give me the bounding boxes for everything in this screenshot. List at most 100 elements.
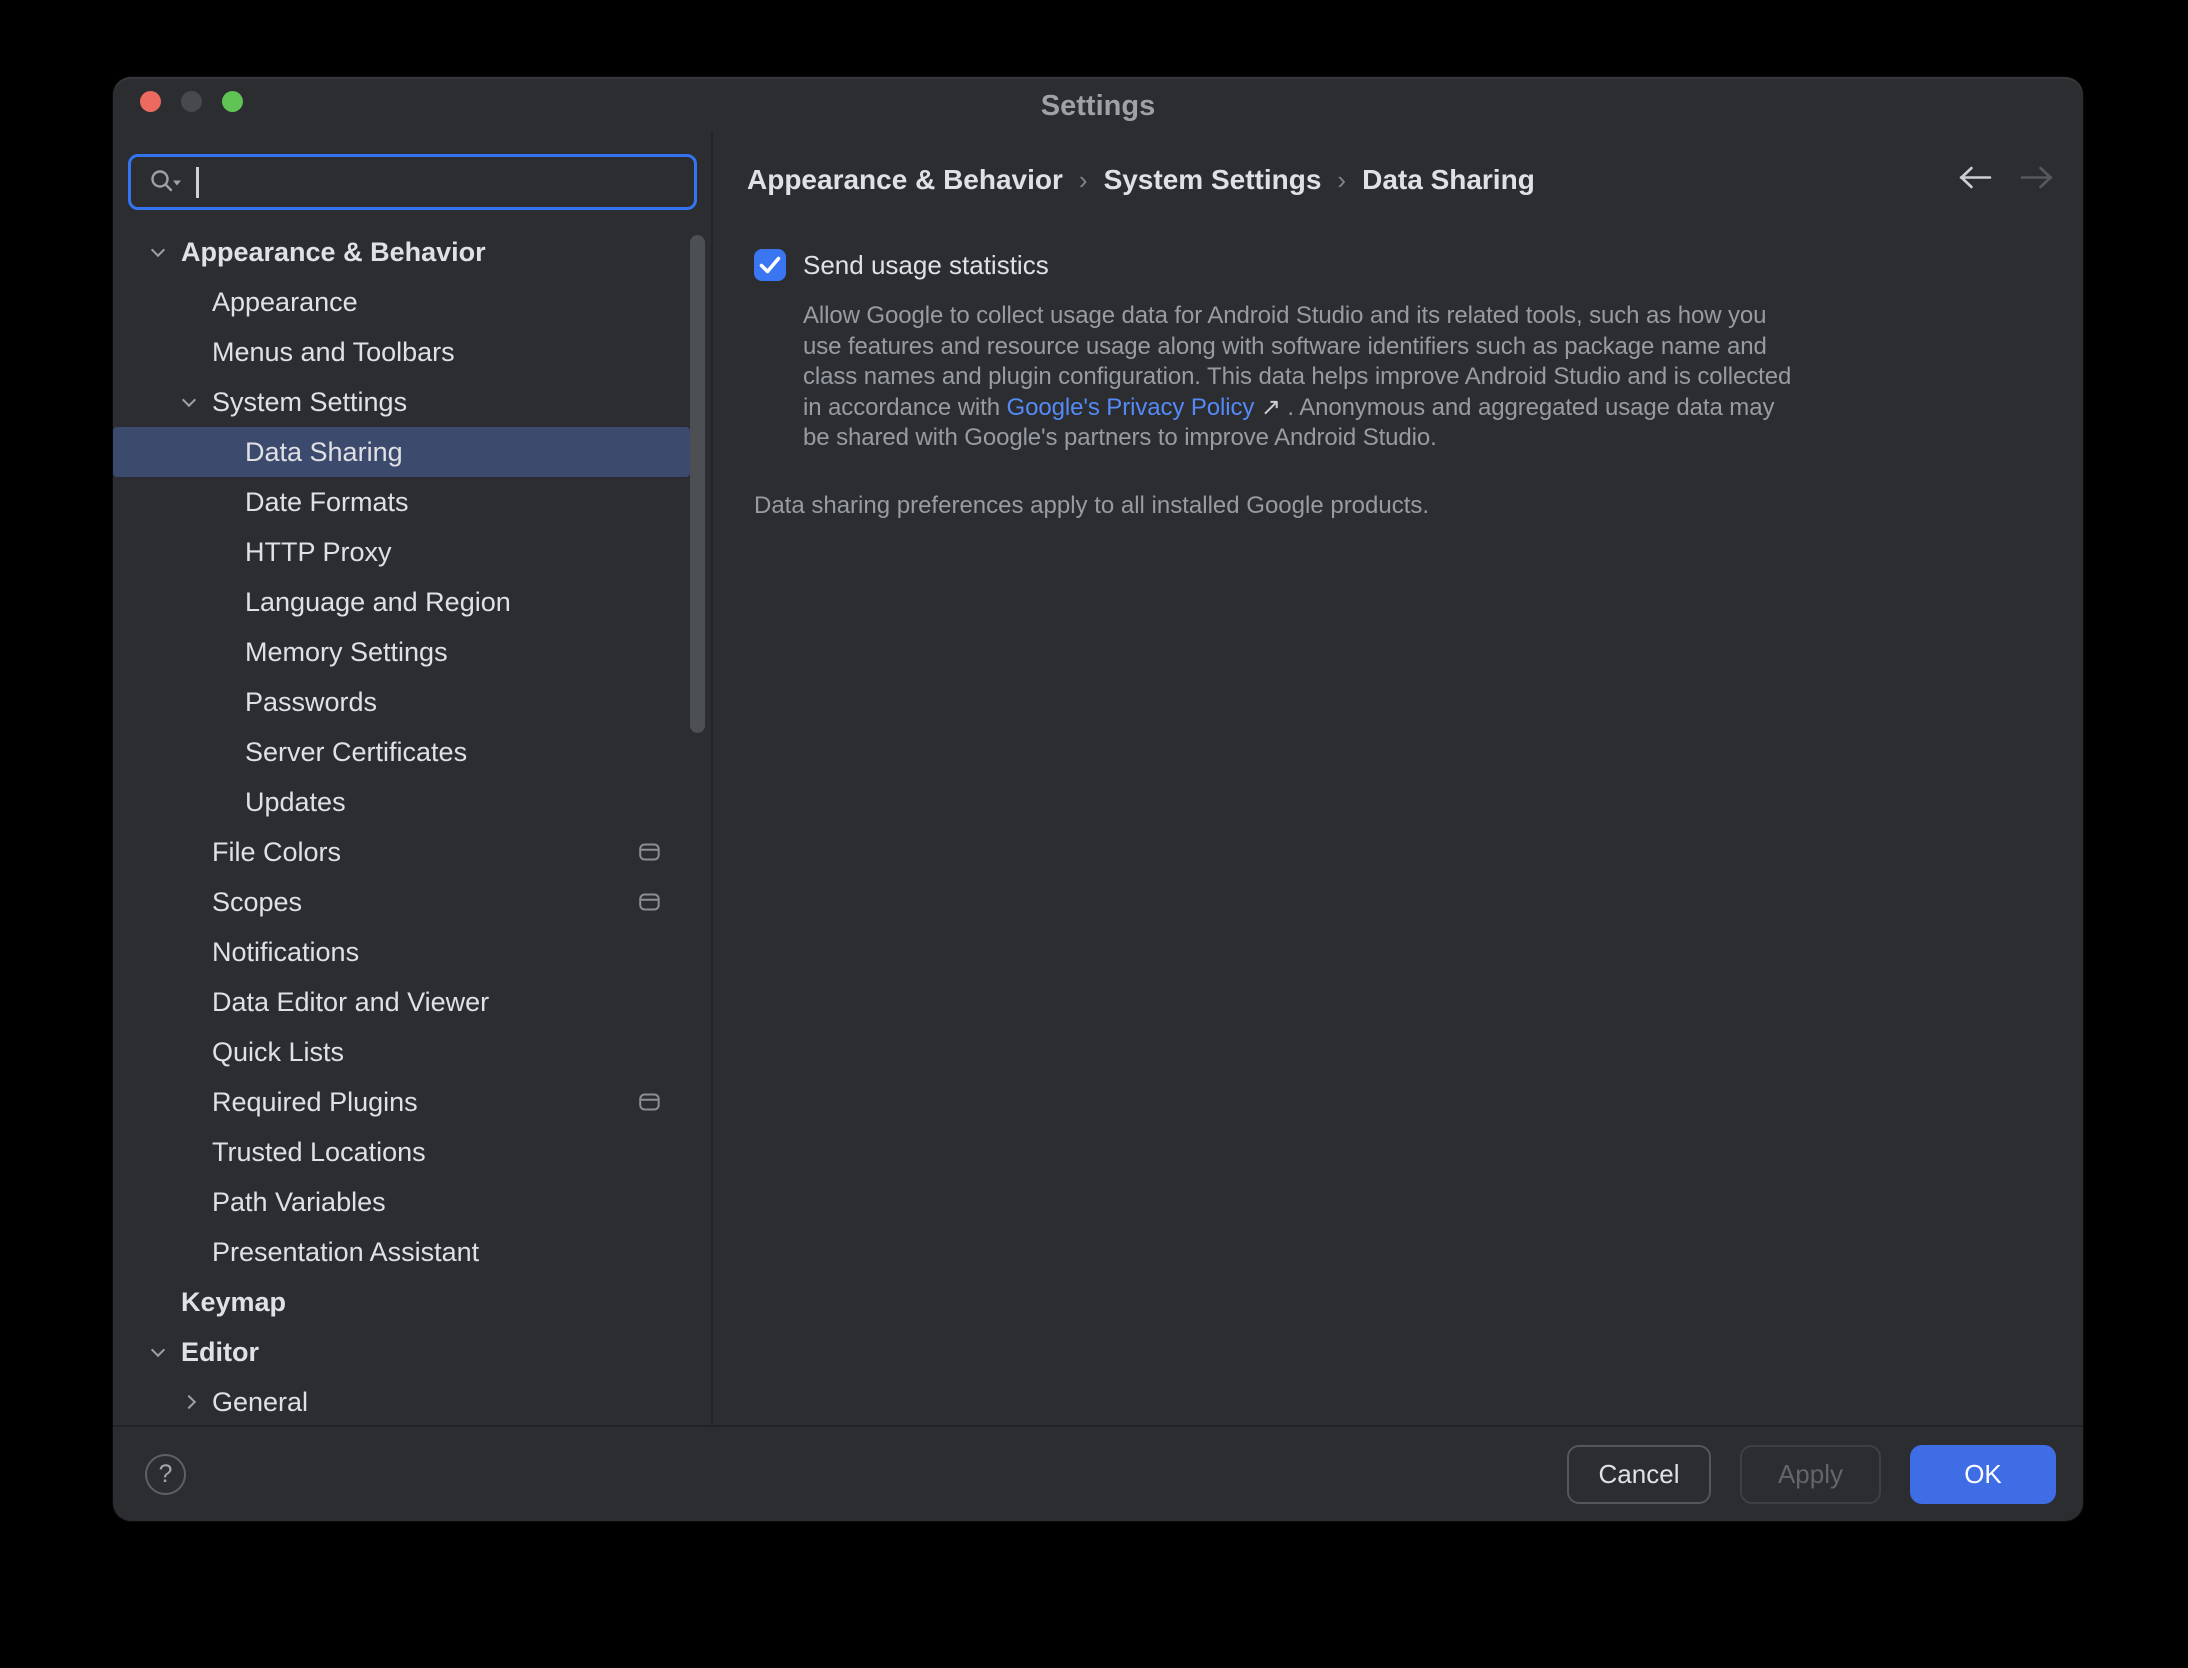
tree-row[interactable]: Editor (113, 1327, 690, 1377)
tree-row-label: Appearance (212, 287, 358, 318)
breadcrumb-item[interactable]: System Settings (1104, 164, 1322, 196)
window-badge-icon (639, 843, 660, 861)
tree-row-label: Data Sharing (245, 437, 403, 468)
privacy-policy-link[interactable]: Google's Privacy Policy (1007, 394, 1255, 421)
search-icon (149, 168, 183, 196)
cancel-button[interactable]: Cancel (1567, 1445, 1711, 1504)
chevron-icon (181, 339, 212, 366)
sidebar-scrollbar[interactable] (690, 235, 705, 733)
text-caret (196, 167, 199, 198)
tree-row[interactable]: Appearance (113, 277, 690, 327)
tree-row[interactable]: Memory Settings (113, 627, 690, 677)
tree-row-label: Trusted Locations (212, 1137, 426, 1168)
search-input[interactable] (128, 154, 697, 210)
tree-row[interactable]: Updates (113, 777, 690, 827)
breadcrumb: Appearance & Behavior › System Settings … (747, 164, 2083, 196)
tree-row-label: File Colors (212, 837, 341, 868)
tree-row-label: HTTP Proxy (245, 537, 392, 568)
window-badge-icon (639, 1093, 660, 1111)
tree-row-label: Memory Settings (245, 637, 448, 668)
chevron-icon[interactable] (181, 1389, 212, 1416)
tree-row[interactable]: Passwords (113, 677, 690, 727)
breadcrumb-item: Data Sharing (1362, 164, 1535, 196)
chevron-icon (214, 539, 245, 566)
tree-row[interactable]: Language and Region (113, 577, 690, 627)
tree-row-label: Data Editor and Viewer (212, 987, 489, 1018)
tree-row[interactable]: Date Formats (113, 477, 690, 527)
chevron-icon (181, 939, 212, 966)
history-navigation (1957, 164, 2055, 191)
tree-row-label: Appearance & Behavior (181, 237, 486, 268)
close-window-button[interactable] (140, 91, 161, 112)
breadcrumb-item[interactable]: Appearance & Behavior (747, 164, 1063, 196)
tree-row[interactable]: Notifications (113, 927, 690, 977)
tree-row[interactable]: Server Certificates (113, 727, 690, 777)
tree-row-label: Server Certificates (245, 737, 467, 768)
window-title: Settings (113, 77, 2083, 135)
chevron-icon[interactable] (150, 239, 181, 266)
zoom-window-button[interactable] (222, 91, 243, 112)
tree-row-label: Date Formats (245, 487, 409, 518)
chevron-icon (181, 1189, 212, 1216)
titlebar: Settings (113, 77, 2083, 132)
tree-row-label: Quick Lists (212, 1037, 344, 1068)
tree-row-label: Updates (245, 787, 346, 818)
tree-row[interactable]: Appearance & Behavior (113, 227, 690, 277)
tree-row[interactable]: Menus and Toolbars (113, 327, 690, 377)
tree-row[interactable]: General (113, 1377, 690, 1425)
tree-row[interactable]: Path Variables (113, 1177, 690, 1227)
tree-row[interactable]: System Settings (113, 377, 690, 427)
main-panel: Appearance & Behavior › System Settings … (713, 132, 2083, 1425)
help-button[interactable]: ? (145, 1454, 186, 1495)
tree-row-label: Presentation Assistant (212, 1237, 479, 1268)
ok-button[interactable]: OK (1910, 1445, 2056, 1504)
chevron-icon (214, 739, 245, 766)
dialog-footer: ? Cancel Apply OK (113, 1425, 2083, 1521)
apply-button: Apply (1740, 1445, 1881, 1504)
tree-row[interactable]: Required Plugins (113, 1077, 690, 1127)
back-arrow-icon[interactable] (1957, 164, 1994, 191)
breadcrumb-separator-icon: › (1337, 165, 1346, 196)
tree-row-label: Keymap (181, 1287, 286, 1318)
tree-row-label: Scopes (212, 887, 302, 918)
chevron-icon (181, 839, 212, 866)
tree-row[interactable]: Trusted Locations (113, 1127, 690, 1177)
tree-row[interactable]: HTTP Proxy (113, 527, 690, 577)
external-link-icon: ↗ (1261, 394, 1281, 421)
chevron-icon (181, 989, 212, 1016)
tree-row[interactable]: Data Sharing (113, 427, 690, 477)
chevron-icon (214, 589, 245, 616)
tree-row-label: Notifications (212, 937, 359, 968)
settings-sidebar: Appearance & Behavior Appearance Menus a… (113, 132, 713, 1425)
chevron-icon (181, 889, 212, 916)
minimize-window-button (181, 91, 202, 112)
chevron-icon (181, 1139, 212, 1166)
tree-row-label: Language and Region (245, 587, 511, 618)
tree-row[interactable]: Data Editor and Viewer (113, 977, 690, 1027)
tree-row-label: Menus and Toolbars (212, 337, 455, 368)
usage-statistics-description: Allow Google to collect usage data for A… (803, 301, 1803, 454)
chevron-icon (181, 289, 212, 316)
chevron-icon (214, 439, 245, 466)
send-usage-statistics-checkbox[interactable] (754, 249, 786, 281)
chevron-icon (181, 1039, 212, 1066)
settings-window: Settings Appearance & Behavior App (113, 77, 2083, 1521)
tree-row-label: Required Plugins (212, 1087, 418, 1118)
send-usage-statistics-row: Send usage statistics (754, 249, 2083, 281)
tree-row[interactable]: File Colors (113, 827, 690, 877)
tree-row[interactable]: Keymap (113, 1277, 690, 1327)
tree-row[interactable]: Presentation Assistant (113, 1227, 690, 1277)
tree-row-label: General (212, 1387, 308, 1418)
data-sharing-footnote: Data sharing preferences apply to all in… (754, 492, 2083, 520)
chevron-icon[interactable] (150, 1339, 181, 1366)
chevron-icon (181, 1089, 212, 1116)
chevron-icon[interactable] (181, 389, 212, 416)
checkbox-label[interactable]: Send usage statistics (803, 250, 1049, 281)
forward-arrow-icon (2018, 164, 2055, 191)
chevron-icon (214, 789, 245, 816)
chevron-icon (181, 1239, 212, 1266)
tree-row-label: Passwords (245, 687, 377, 718)
tree-row[interactable]: Scopes (113, 877, 690, 927)
tree-row[interactable]: Quick Lists (113, 1027, 690, 1077)
chevron-icon (214, 489, 245, 516)
